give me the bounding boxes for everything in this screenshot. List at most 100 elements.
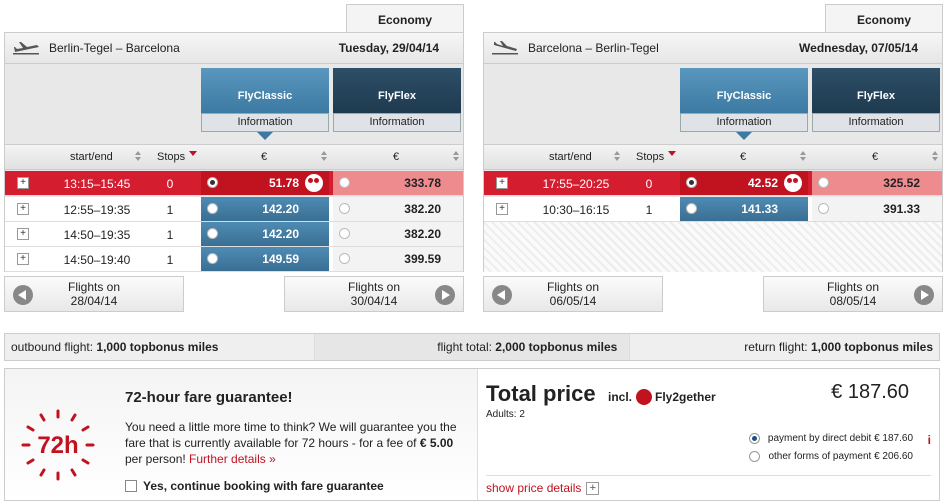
fare-info-button[interactable]: Information — [812, 113, 940, 132]
expand-icon[interactable]: + — [496, 203, 508, 215]
flight-row[interactable]: + 14:50–19:35 1 142.20 382.20 — [5, 222, 463, 247]
fare-radio[interactable] — [207, 203, 218, 214]
show-price-details-link[interactable]: show price details + — [486, 481, 600, 495]
badge-text: 72h — [37, 432, 78, 459]
fare-price: 382.20 — [404, 202, 441, 216]
checkbox-label[interactable]: Yes, continue booking with fare guarante… — [143, 479, 384, 493]
selected-fare-arrow — [736, 132, 752, 140]
plus-icon[interactable]: + — [586, 481, 600, 495]
outbound-miles: outbound flight: 1,000 topbonus miles — [5, 340, 314, 354]
sort-desc-icon[interactable] — [189, 151, 197, 156]
fare-cell-flyflex[interactable]: 325.52 — [812, 171, 942, 195]
cabin-tab[interactable]: Economy — [825, 4, 943, 32]
sort-icon[interactable] — [614, 151, 620, 161]
fare-info-button[interactable]: Information — [333, 113, 461, 132]
fare-price: 51.78 — [268, 176, 299, 190]
col-currency[interactable]: € — [261, 151, 267, 163]
flight-date: Wednesday, 07/05/14 — [799, 41, 918, 55]
col-stops[interactable]: Stops — [157, 151, 185, 163]
flight-row[interactable]: + 14:50–19:40 1 149.59 399.59 — [5, 247, 463, 272]
col-time[interactable]: start/end — [70, 151, 113, 163]
total-miles: flight total: 2,000 topbonus miles — [313, 334, 631, 360]
guarantee-checkbox-row[interactable]: Yes, continue booking with fare guarante… — [125, 479, 384, 493]
fare-radio[interactable] — [207, 253, 218, 264]
fare-cell-flyclassic[interactable]: 149.59 — [201, 247, 329, 271]
further-details-link[interactable]: Further details » — [189, 452, 276, 466]
fare-radio[interactable] — [339, 253, 350, 264]
payment-option-other[interactable]: other forms of payment € 206.60 — [749, 451, 913, 462]
sort-icon[interactable] — [135, 151, 141, 161]
fare-info-button[interactable]: Information — [201, 113, 329, 132]
fare-cell-flyflex[interactable]: 399.59 — [333, 247, 463, 271]
fare-cell-flyclassic[interactable]: 51.78 — [201, 171, 329, 195]
prev-day-button[interactable]: Flights on 06/05/14 — [483, 276, 663, 312]
flight-time: 10:30–16:15 — [542, 203, 610, 217]
fare-header-flyflex: FlyFlex Information — [812, 68, 940, 132]
flight-row[interactable]: + 17:55–20:25 0 42.52 325.52 — [484, 171, 942, 196]
next-day-button[interactable]: Flights on 08/05/14 — [763, 276, 943, 312]
guarantee-text: You need a little more time to think? We… — [125, 419, 465, 467]
miles-value: 1,000 topbonus miles — [96, 340, 219, 354]
fare-header-flyflex: FlyFlex Information — [333, 68, 461, 132]
fare-header-flyclassic: FlyClassic Information — [680, 68, 808, 132]
fare-cell-flyclassic[interactable]: 141.33 — [680, 197, 808, 221]
cabin-tab[interactable]: Economy — [346, 4, 464, 32]
fare-cell-flyflex[interactable]: 333.78 — [333, 171, 463, 195]
expand-icon[interactable]: + — [17, 228, 29, 240]
col-time[interactable]: start/end — [549, 151, 592, 163]
fare-cell-flyclassic[interactable]: 42.52 — [680, 171, 808, 195]
flight-row[interactable]: + 13:15–15:45 0 51.78 333.78 — [5, 171, 463, 196]
sort-desc-icon[interactable] — [668, 151, 676, 156]
expand-icon[interactable]: + — [17, 203, 29, 215]
fare-radio[interactable] — [818, 177, 829, 188]
details-label[interactable]: show price details — [486, 481, 581, 495]
payment-option-debit[interactable]: payment by direct debit € 187.60 — [748, 433, 913, 444]
column-header: start/end Stops € € — [5, 144, 463, 170]
fare-cell-flyflex[interactable]: 391.33 — [812, 197, 942, 221]
col-currency[interactable]: € — [872, 151, 878, 163]
payment-radio[interactable] — [748, 433, 760, 444]
fare-header-flyclassic: FlyClassic Information — [201, 68, 329, 132]
next-day-button[interactable]: Flights on 30/04/14 — [284, 276, 464, 312]
fare-cell-flyflex[interactable]: 382.20 — [333, 222, 463, 246]
fare-price: 142.20 — [262, 202, 299, 216]
expand-icon[interactable]: + — [496, 177, 508, 189]
flight-stops: 1 — [166, 228, 174, 242]
fare-radio[interactable] — [207, 177, 218, 188]
info-icon[interactable]: i — [928, 433, 931, 447]
fare-radio[interactable] — [207, 228, 218, 239]
clock-72h-icon: 72h — [13, 407, 103, 485]
fare-radio[interactable] — [686, 203, 697, 214]
column-header: start/end Stops € € — [484, 144, 942, 170]
flight-row[interactable]: + 12:55–19:35 1 142.20 382.20 — [5, 197, 463, 222]
payment-label[interactable]: other forms of payment € 206.60 — [768, 451, 913, 462]
col-stops[interactable]: Stops — [636, 151, 664, 163]
fare-cell-flyflex[interactable]: 382.20 — [333, 197, 463, 221]
expand-icon[interactable]: + — [17, 177, 29, 189]
fare-info-button[interactable]: Information — [680, 113, 808, 132]
fare-guarantee: 72h 72-hour fare guarantee! You need a l… — [5, 369, 473, 500]
fare-cell-flyclassic[interactable]: 142.20 — [201, 222, 329, 246]
fare-radio[interactable] — [686, 177, 697, 188]
fare-radio[interactable] — [339, 203, 350, 214]
col-currency[interactable]: € — [740, 151, 746, 163]
sort-icon[interactable] — [800, 151, 806, 161]
prev-day-button[interactable]: Flights on 28/04/14 — [4, 276, 184, 312]
route-label: Barcelona – Berlin-Tegel — [528, 41, 659, 55]
col-currency[interactable]: € — [393, 151, 399, 163]
route-label: Berlin-Tegel – Barcelona — [49, 41, 180, 55]
flight-row[interactable]: + 10:30–16:15 1 141.33 391.33 — [484, 197, 942, 222]
sort-icon[interactable] — [453, 151, 459, 161]
sort-icon[interactable] — [321, 151, 327, 161]
fare-radio[interactable] — [339, 177, 350, 188]
fare-radio[interactable] — [818, 203, 829, 214]
payment-label[interactable]: payment by direct debit € 187.60 — [768, 433, 913, 444]
payment-radio[interactable] — [749, 451, 761, 462]
fare-radio[interactable] — [339, 228, 350, 239]
arrow-left-icon — [492, 285, 512, 305]
expand-icon[interactable]: + — [17, 253, 29, 265]
guarantee-checkbox[interactable] — [125, 480, 137, 492]
flight-time: 14:50–19:40 — [63, 253, 131, 267]
fare-cell-flyclassic[interactable]: 142.20 — [201, 197, 329, 221]
sort-icon[interactable] — [932, 151, 938, 161]
